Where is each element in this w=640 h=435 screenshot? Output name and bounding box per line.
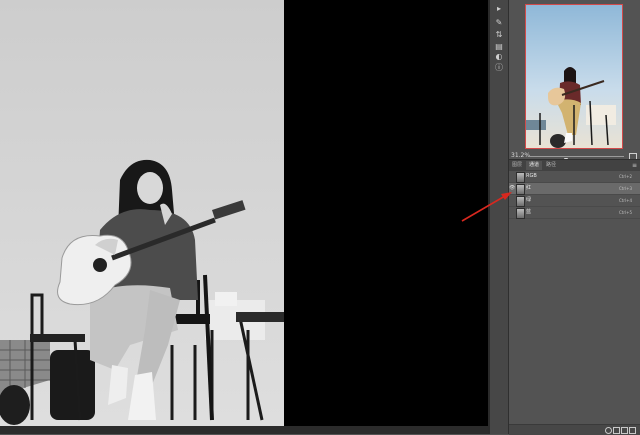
- red-annotation-arrow: [461, 192, 512, 222]
